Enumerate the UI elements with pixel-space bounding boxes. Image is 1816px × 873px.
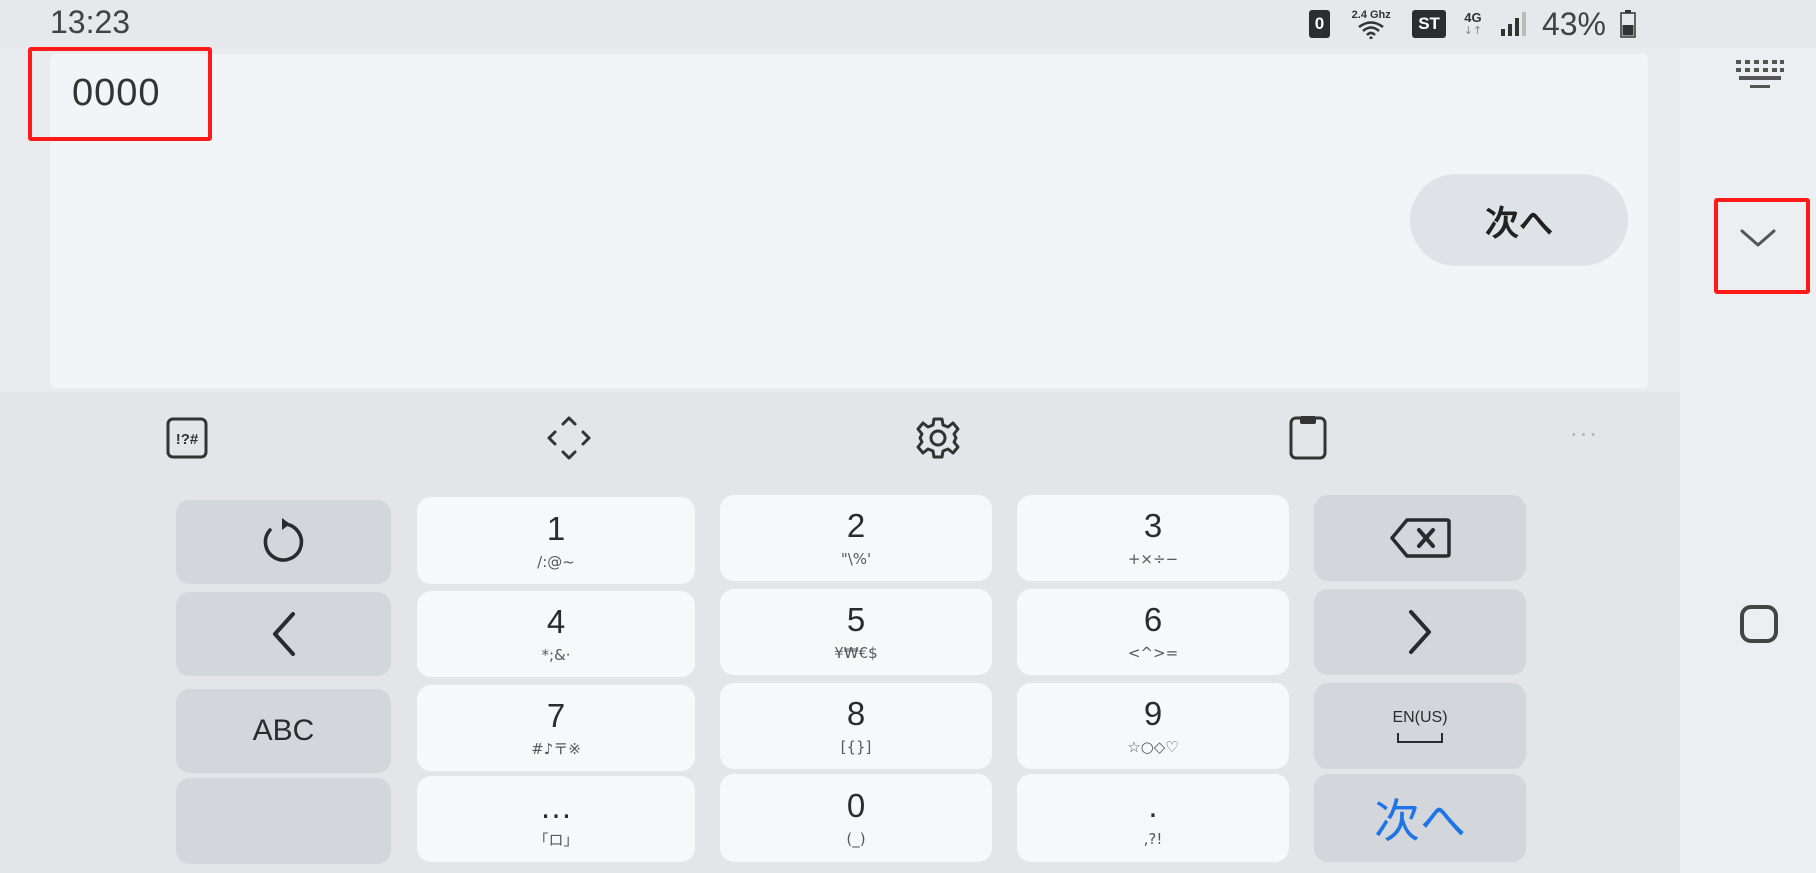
- key-7-main: 7: [546, 697, 566, 734]
- abc-key-label: ABC: [252, 714, 315, 747]
- key-2[interactable]: 2 "\%': [720, 495, 992, 581]
- clipboard-icon: [1289, 416, 1327, 460]
- key-4-main: 4: [546, 603, 566, 640]
- key-1-sub: /:@~: [537, 552, 575, 571]
- key-period[interactable]: . ,?!: [1017, 774, 1289, 862]
- symbols-icon: !?#: [166, 417, 208, 459]
- battery-percent: 43%: [1541, 5, 1606, 42]
- home-button-icon[interactable]: [1740, 605, 1778, 643]
- key-5-sub: ¥₩€$: [834, 644, 878, 662]
- network-arrows: ↓↑: [1463, 24, 1483, 37]
- enter-key-label: 次へ: [1374, 794, 1466, 848]
- cursor-right-key[interactable]: [1314, 589, 1526, 675]
- chevron-left-icon: [272, 612, 295, 656]
- cursor-move-icon: [547, 416, 591, 460]
- key-5[interactable]: 5 ¥₩€$: [720, 589, 992, 675]
- blank-key[interactable]: [176, 778, 391, 864]
- status-bar: 13:23 0 2.4 Ghz ST 4G ↓↑ 43%: [0, 0, 1816, 48]
- abc-key[interactable]: ABC: [176, 689, 391, 773]
- network-label: 4G: [1464, 10, 1482, 25]
- backspace-key[interactable]: [1314, 495, 1526, 581]
- key-3[interactable]: 3 +×÷−: [1017, 495, 1289, 581]
- key-9-main: 9: [1143, 695, 1163, 732]
- enter-key[interactable]: 次へ: [1314, 774, 1526, 862]
- key-6-sub: <^>=: [1127, 644, 1179, 662]
- key-1[interactable]: 1 /:@~: [417, 497, 695, 584]
- wifi-indicator: 2.4 Ghz: [1344, 9, 1398, 39]
- undo-key[interactable]: [176, 500, 391, 584]
- signal-icon: [1500, 12, 1526, 36]
- key-ellipsis-main: …: [539, 788, 573, 825]
- battery-icon: [1620, 10, 1636, 38]
- key-ellipsis-sub: 「ロ」: [533, 831, 579, 849]
- key-5-main: 5: [846, 601, 866, 638]
- key-9-sub: ☆○◇♡: [1127, 738, 1179, 756]
- navigation-rail: [1680, 48, 1816, 873]
- keyboard-icon[interactable]: [1736, 56, 1784, 90]
- key-0-main: 0: [846, 787, 866, 824]
- st-badge: ST: [1412, 10, 1446, 38]
- keyboard-toolbar: !?# ···: [0, 392, 1680, 482]
- highlight-input-value: [28, 47, 212, 141]
- notification-badge: 0: [1308, 10, 1331, 38]
- status-icons: 0 2.4 Ghz ST 4G ↓↑ 43%: [1308, 5, 1636, 42]
- chevron-right-icon: [1409, 610, 1431, 654]
- key-7-sub: #♪〒※: [531, 740, 581, 758]
- status-time: 13:23: [50, 4, 131, 40]
- key-8[interactable]: 8 [{}]: [720, 683, 992, 769]
- key-2-sub: "\%': [840, 550, 872, 568]
- key-0-sub: (_): [846, 830, 866, 848]
- key-3-sub: +×÷−: [1127, 550, 1179, 568]
- key-ellipsis[interactable]: … 「ロ」: [417, 776, 695, 862]
- key-4[interactable]: 4 *;&·: [417, 591, 695, 677]
- next-button[interactable]: 次へ: [1410, 174, 1628, 266]
- key-6[interactable]: 6 <^>=: [1017, 589, 1289, 675]
- clipboard-button[interactable]: [1284, 414, 1332, 462]
- key-8-sub: [{}]: [840, 738, 872, 756]
- cursor-move-button[interactable]: [545, 414, 593, 462]
- key-1-main: 1: [546, 509, 566, 547]
- key-7[interactable]: 7 #♪〒※: [417, 685, 695, 771]
- settings-gear-icon: [916, 417, 960, 459]
- key-6-main: 6: [1143, 601, 1163, 638]
- highlight-chevron: [1714, 198, 1810, 294]
- more-icon[interactable]: ···: [1570, 423, 1599, 447]
- undo-icon: [263, 518, 303, 562]
- key-9[interactable]: 9 ☆○◇♡: [1017, 683, 1289, 769]
- key-period-main: .: [1148, 787, 1158, 824]
- symbols-label: !?#: [176, 431, 199, 448]
- language-label: EN(US): [1392, 709, 1448, 726]
- key-3-main: 3: [1143, 507, 1163, 544]
- network-indicator: 4G ↓↑: [1460, 11, 1486, 37]
- key-2-main: 2: [846, 507, 866, 544]
- space-icon: [1397, 733, 1443, 743]
- space-lang-key[interactable]: EN(US): [1314, 683, 1526, 769]
- settings-button[interactable]: [914, 414, 962, 462]
- key-0[interactable]: 0 (_): [720, 774, 992, 862]
- backspace-icon: [1390, 518, 1451, 558]
- keyboard: !?# ··· 1 /:@~ 2 "\%' 3 +×÷− 4 *;&· 5 ¥₩…: [0, 392, 1680, 873]
- cursor-left-key[interactable]: [176, 592, 391, 676]
- key-4-sub: *;&·: [541, 646, 571, 664]
- key-8-main: 8: [846, 695, 866, 732]
- wifi-band-label: 2.4 Ghz: [1351, 9, 1391, 21]
- key-period-sub: ,?!: [1143, 830, 1163, 848]
- symbols-button[interactable]: !?#: [163, 414, 211, 462]
- input-panel[interactable]: 0000 次へ: [50, 54, 1648, 388]
- wifi-icon: [1358, 21, 1384, 39]
